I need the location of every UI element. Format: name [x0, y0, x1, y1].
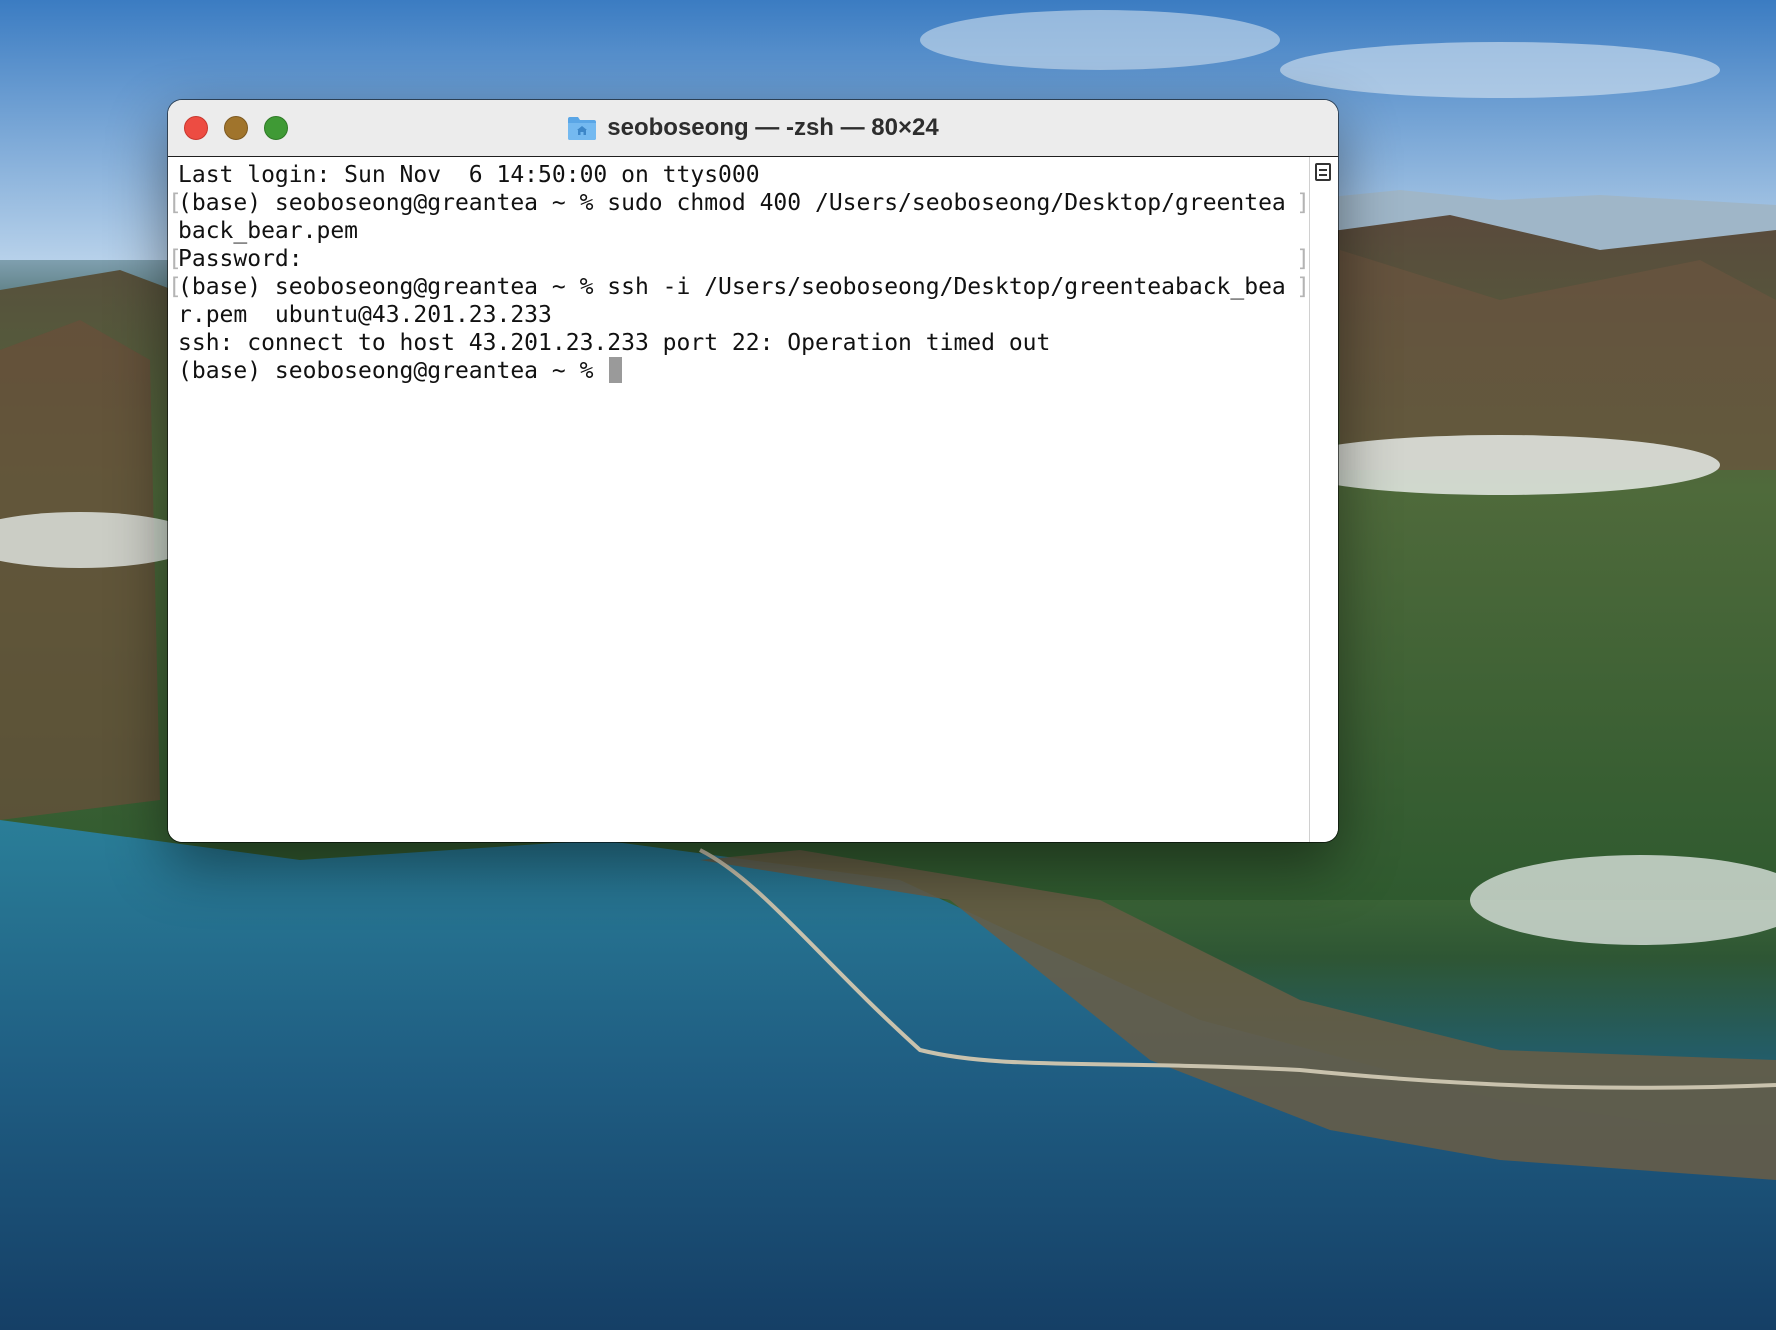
terminal-line: Last login: Sun Nov 6 14:50:00 on ttys00…: [178, 162, 760, 188]
terminal-line: (base) seoboseong@greantea ~ % sudo chmo…: [178, 190, 1286, 216]
terminal-prompt-line[interactable]: (base) seoboseong@greantea ~ %: [178, 356, 623, 385]
line-mark-left: [: [168, 190, 182, 216]
terminal-line: (base) seoboseong@greantea ~ % ssh -i /U…: [178, 274, 1286, 300]
window-title: seoboseong — -zsh — 80×24: [168, 100, 1338, 156]
line-mark-right: ]: [1296, 246, 1310, 272]
window-title-text: seoboseong — -zsh — 80×24: [607, 114, 939, 141]
terminal-line: r.pem ubuntu@43.201.23.233: [178, 302, 552, 328]
terminal-window[interactable]: seoboseong — -zsh — 80×24 Last login: Su…: [168, 100, 1338, 842]
terminal-line: ssh: connect to host 43.201.23.233 port …: [178, 330, 1051, 356]
scrollbar[interactable]: [1309, 157, 1338, 842]
text-cursor: [609, 356, 623, 383]
line-mark-left: [: [168, 274, 182, 300]
line-mark-left: [: [168, 246, 182, 272]
terminal-line: Password:: [178, 246, 303, 272]
line-mark-right: ]: [1296, 190, 1310, 216]
terminal-prompt: (base) seoboseong@greantea ~ %: [178, 358, 608, 384]
terminal-output[interactable]: Last login: Sun Nov 6 14:50:00 on ttys00…: [168, 157, 1310, 842]
home-folder-icon: [568, 117, 597, 140]
split-pane-icon[interactable]: [1315, 163, 1331, 181]
terminal-line: back_bear.pem: [178, 218, 359, 244]
title-bar[interactable]: seoboseong — -zsh — 80×24: [168, 100, 1338, 157]
line-mark-right: ]: [1296, 274, 1310, 300]
